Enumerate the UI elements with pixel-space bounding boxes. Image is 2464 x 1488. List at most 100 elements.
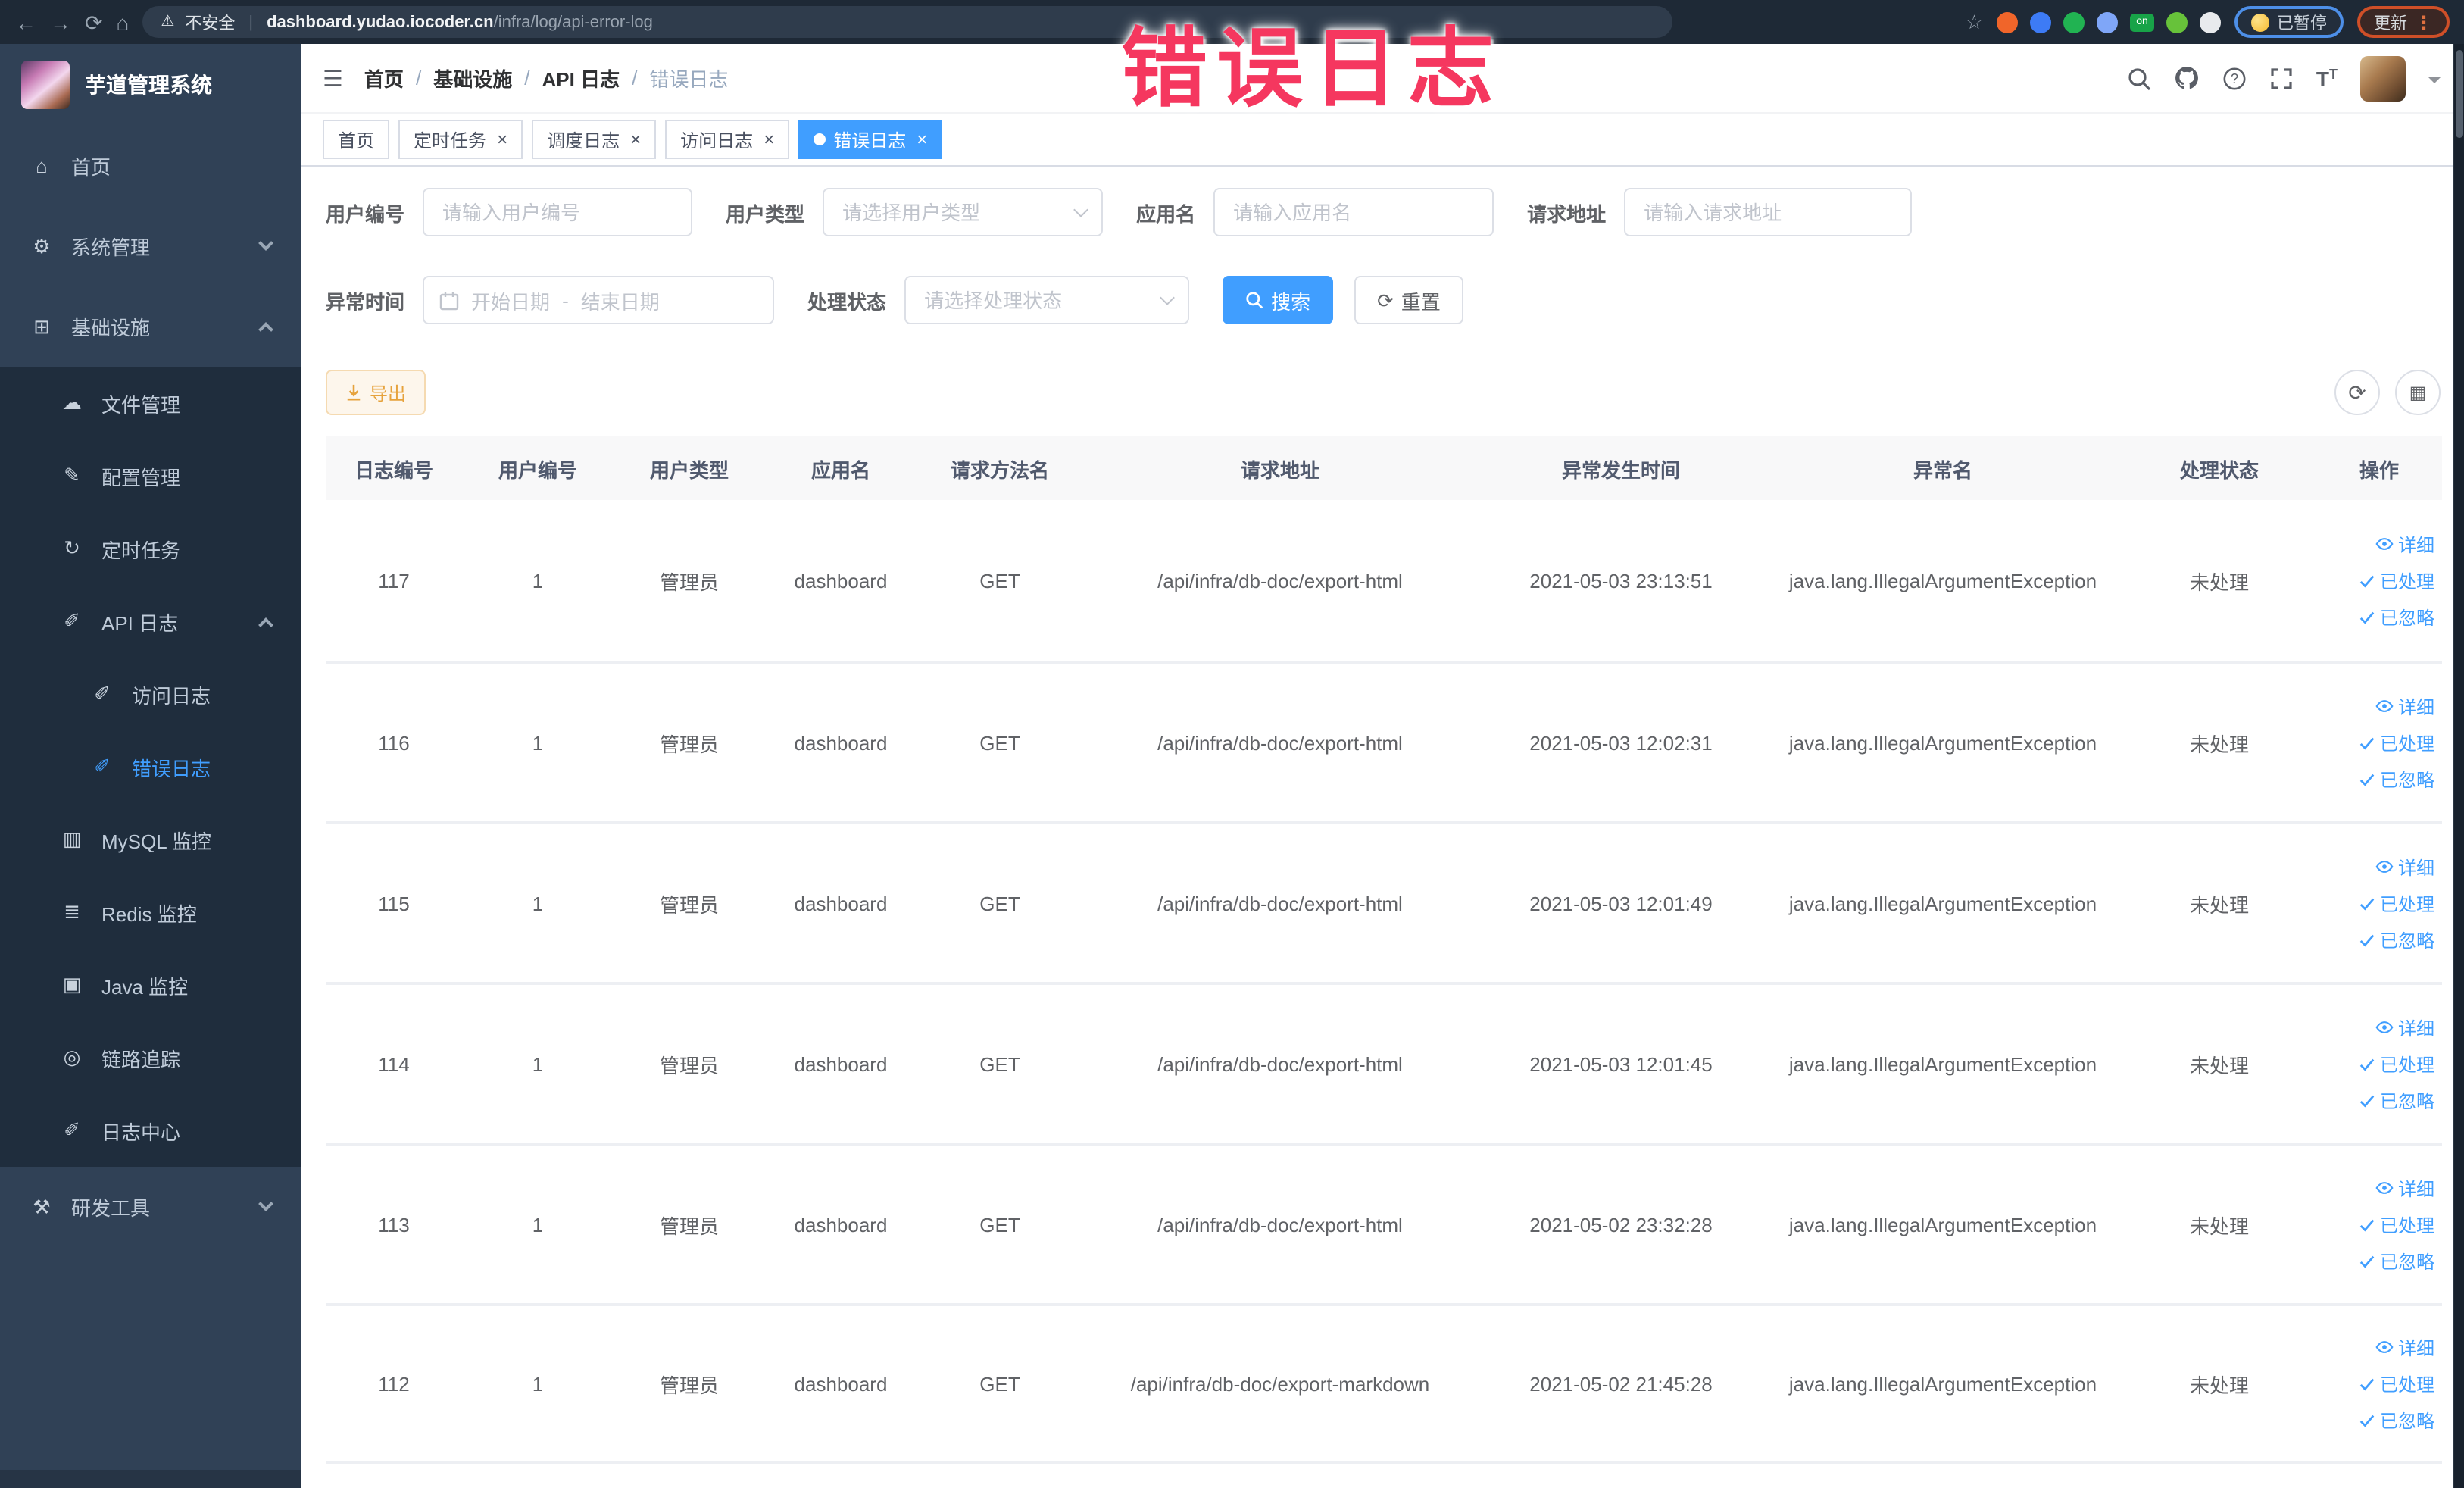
action-detail-link[interactable]: 详细 [2375, 854, 2434, 880]
row-actions: 详细已处理已忽略 [2318, 854, 2441, 952]
sidebar-item-13[interactable]: ✐ 日志中心 [0, 1094, 301, 1167]
cell-exception: java.lang.IllegalArgumentException [1788, 892, 2097, 914]
request-url-input[interactable] [1624, 188, 1913, 236]
action-processed-link[interactable]: 已处理 [2359, 1211, 2434, 1237]
close-icon[interactable]: × [630, 130, 641, 148]
back-icon[interactable]: ← [15, 11, 36, 33]
sidebar-item-label: 日志中心 [101, 1121, 181, 1143]
user-type-select[interactable] [823, 188, 1104, 236]
avatar[interactable] [2360, 55, 2406, 101]
refresh-icon[interactable]: ⟳ [2334, 370, 2380, 415]
sidebar-item-5[interactable]: ↻ 定时任务 [0, 512, 301, 585]
chevron-down-icon[interactable] [2428, 77, 2441, 89]
emoji-icon [2251, 13, 2269, 31]
table-settings: ⟳ ▦ [2334, 370, 2441, 415]
sidebar-item-4[interactable]: ✎ 配置管理 [0, 439, 301, 512]
close-icon[interactable]: × [764, 130, 774, 148]
check-icon [2359, 736, 2375, 749]
sidebar-item-1[interactable]: ⚙ 系统管理 [0, 206, 301, 286]
column-header-2: 用户类型 [649, 458, 729, 481]
column-header-5: 请求地址 [1240, 458, 1319, 481]
action-processed-link[interactable]: 已处理 [2359, 730, 2434, 755]
breadcrumb-item-0[interactable]: 首页 [364, 64, 404, 92]
address-bar[interactable]: ⚠ 不安全 | dashboard.yudao.iocoder.cn/infra… [142, 6, 1673, 38]
sidebar-item-10[interactable]: ≣ Redis 监控 [0, 876, 301, 949]
switch-on-icon[interactable]: on [2130, 13, 2154, 31]
sidebar-item-6[interactable]: ✐ API 日志 [0, 585, 301, 658]
action-ignored-link[interactable]: 已忽略 [2359, 1248, 2434, 1274]
sidebar-item-3[interactable]: ☁ 文件管理 [0, 367, 301, 439]
tab-1[interactable]: 定时任务 × [398, 120, 523, 159]
reload-icon[interactable]: ⟳ [85, 11, 102, 33]
green-check-icon[interactable] [2063, 11, 2085, 33]
process-status-select-input[interactable] [904, 276, 1190, 324]
github-icon[interactable] [2174, 65, 2200, 91]
fullscreen-icon[interactable] [2269, 66, 2294, 90]
action-detail-link[interactable]: 详细 [2375, 1014, 2434, 1040]
action-detail-link[interactable]: 详细 [2375, 1175, 2434, 1201]
browser-menu-icon[interactable]: ⋮ [2415, 11, 2433, 33]
sidebar-item-0[interactable]: ⌂ 首页 [0, 126, 301, 206]
breadcrumb-item-1[interactable]: 基础设施 [433, 64, 512, 92]
tab-2[interactable]: 调度日志 × [532, 120, 657, 159]
exception-time-range-picker[interactable]: 开始日期 - 结束日期 [423, 276, 775, 324]
process-status-label: 处理状态 [807, 290, 887, 313]
columns-icon[interactable]: ▦ [2395, 370, 2441, 415]
breadcrumb-item-2[interactable]: API 日志 [542, 64, 620, 92]
grid-extension-icon[interactable] [2097, 11, 2118, 33]
close-icon[interactable]: × [497, 130, 507, 148]
adblock-icon[interactable] [1997, 11, 2018, 33]
sidebar-item-12[interactable]: ◎ 链路追踪 [0, 1021, 301, 1094]
bookmark-star-icon[interactable]: ☆ [1966, 10, 1983, 34]
close-icon[interactable]: × [917, 130, 927, 148]
sidebar-item-8[interactable]: ✐ 错误日志 [0, 730, 301, 803]
action-ignored-link[interactable]: 已忽略 [2359, 1087, 2434, 1113]
sidebar-item-label: Java 监控 [101, 975, 189, 998]
shield-icon[interactable] [2030, 11, 2051, 33]
sidebar-item-9[interactable]: ▥ MySQL 监控 [0, 803, 301, 876]
logo-image[interactable] [21, 61, 70, 109]
home-icon[interactable]: ⌂ [116, 11, 129, 33]
sidebar-item-14[interactable]: ⚒ 研发工具 [0, 1167, 301, 1247]
log-icon: ✐ [64, 609, 80, 632]
action-ignored-link[interactable]: 已忽略 [2359, 766, 2434, 792]
action-ignored-link[interactable]: 已忽略 [2359, 927, 2434, 952]
action-processed-link[interactable]: 已处理 [2359, 1051, 2434, 1077]
calendar-icon [439, 292, 459, 310]
leaf-icon[interactable] [2166, 11, 2188, 33]
tab-0[interactable]: 首页 [323, 120, 390, 159]
search-icon[interactable] [2127, 66, 2151, 90]
action-processed-link[interactable]: 已处理 [2359, 890, 2434, 916]
process-status-select[interactable] [904, 276, 1190, 324]
user-id-input[interactable] [423, 188, 693, 236]
tab-3[interactable]: 访问日志 × [665, 120, 790, 159]
user-type-select-input[interactable] [823, 188, 1104, 236]
scrollbar[interactable] [2453, 44, 2464, 1488]
puzzle-icon[interactable] [2200, 11, 2221, 33]
export-button[interactable]: 导出 [326, 370, 426, 415]
action-ignored-link[interactable]: 已忽略 [2359, 604, 2434, 630]
reset-button[interactable]: ⟳ 重置 [1354, 276, 1463, 324]
action-ignored-link[interactable]: 已忽略 [2359, 1407, 2434, 1433]
hamburger-icon[interactable]: ☰ [323, 64, 343, 92]
search-button[interactable]: 搜索 [1223, 276, 1334, 324]
sidebar-item-7[interactable]: ✐ 访问日志 [0, 658, 301, 730]
cell-url: /api/infra/db-doc/export-html [1157, 1213, 1403, 1236]
sidebar-item-2[interactable]: ⊞ 基础设施 [0, 286, 301, 367]
action-processed-link[interactable]: 已处理 [2359, 567, 2434, 593]
app-name-input[interactable] [1213, 188, 1494, 236]
action-detail-link[interactable]: 详细 [2375, 693, 2434, 719]
update-badge[interactable]: 更新 ⋮ [2357, 6, 2450, 38]
help-icon[interactable]: ? [2222, 66, 2247, 90]
tab-4[interactable]: 错误日志 × [798, 120, 943, 159]
sidebar-item-11[interactable]: ▣ Java 监控 [0, 949, 301, 1021]
paused-badge[interactable]: 已暂停 [2234, 6, 2344, 38]
action-detail-link[interactable]: 详细 [2375, 1334, 2434, 1360]
font-size-icon[interactable]: TT [2316, 67, 2338, 89]
action-processed-link[interactable]: 已处理 [2359, 1371, 2434, 1396]
action-detail-link[interactable]: 详细 [2375, 531, 2434, 557]
forward-icon[interactable]: → [50, 11, 71, 33]
eye-icon [2375, 700, 2394, 712]
action-label: 已处理 [2379, 893, 2434, 914]
scrollbar-thumb[interactable] [2456, 50, 2463, 138]
